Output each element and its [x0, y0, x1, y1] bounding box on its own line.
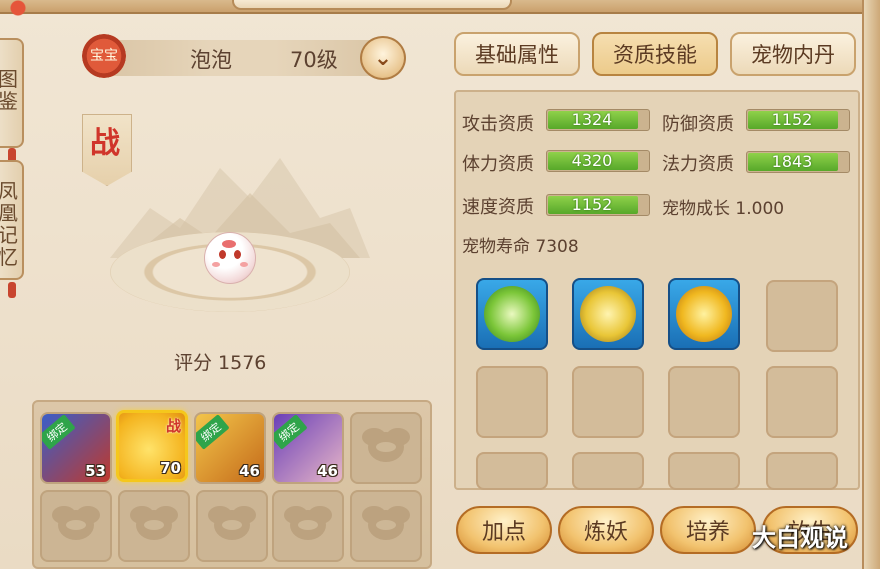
baby-badge: 宝宝 [82, 34, 126, 78]
attr-label-defense: 防御资质 [662, 114, 734, 135]
pet-slot-level: 53 [85, 462, 106, 480]
pet-cheek [240, 262, 248, 267]
watermark: 大白观说 [752, 524, 848, 552]
attr-bar-speed: 1152 [546, 194, 650, 216]
golden-guardian-skill-icon[interactable] [668, 278, 740, 350]
pet-window: 图鉴 凤凰记忆 宝宝 泡泡 70级 ⌄ 战 评分 1576 绑定 53 战 70… [0, 0, 880, 569]
attr-bar-mana: 1843 [746, 151, 850, 173]
add-points-button[interactable]: 加点 [456, 506, 552, 554]
right-frame [862, 0, 880, 569]
pet-slot-golden-dragon[interactable]: 绑定 46 [194, 412, 266, 484]
tab-aptitude-skills[interactable]: 资质技能 [592, 32, 718, 76]
battle-tag: 战 [165, 417, 181, 435]
empty-pet-slot[interactable] [118, 490, 190, 562]
empty-skill-slot[interactable] [572, 366, 644, 438]
attr-bar-stamina: 4320 [546, 150, 650, 172]
chevron-down-icon: ⌄ [373, 45, 393, 71]
attr-bar-defense: 1152 [746, 109, 850, 131]
empty-skill-slot[interactable] [766, 452, 838, 490]
empty-skill-slot[interactable] [766, 366, 838, 438]
pet-slot-level: 70 [160, 459, 181, 477]
tab-pet-inner-core[interactable]: 宠物内丹 [730, 32, 856, 76]
bound-tag: 绑定 [42, 414, 76, 450]
pet-slot-level: 46 [239, 462, 260, 480]
empty-pet-slot[interactable] [196, 490, 268, 562]
attr-value-attack: 1324 [571, 110, 613, 129]
attr-bar-attack: 1324 [546, 109, 650, 131]
pet-slot-red-demon[interactable]: 绑定 53 [40, 412, 112, 484]
bound-tag: 绑定 [196, 414, 230, 450]
pet-slot-level: 46 [317, 462, 338, 480]
pet-eye [219, 250, 226, 259]
tab-basic-attributes[interactable]: 基础属性 [454, 32, 580, 76]
pet-slot-paopao[interactable]: 战 70 [116, 410, 188, 482]
attr-label-stamina: 体力资质 [462, 154, 534, 175]
pet-level: 70级 [290, 48, 338, 72]
empty-pet-slot[interactable] [350, 490, 422, 562]
pet-lifespan: 宠物寿命 7308 [462, 237, 579, 257]
pet-tuft [222, 240, 236, 248]
pet-growth: 宠物成长 1.000 [662, 199, 785, 219]
pet-select-dropdown-button[interactable]: ⌄ [360, 36, 406, 80]
empty-pet-slot[interactable] [40, 490, 112, 562]
golden-sword-skill-icon[interactable] [572, 278, 644, 350]
attr-value-defense: 1152 [771, 110, 813, 129]
attr-value-stamina: 4320 [571, 151, 613, 170]
attr-value-speed: 1152 [571, 195, 613, 214]
empty-skill-slot[interactable] [476, 452, 548, 490]
cultivate-button[interactable]: 培养 [660, 506, 756, 554]
attr-label-speed: 速度资质 [462, 197, 534, 218]
wind-blade-skill-icon[interactable] [476, 278, 548, 350]
tassel-knot-icon [8, 282, 16, 298]
attr-label-mana: 法力资质 [662, 154, 734, 175]
attr-label-attack: 攻击资质 [462, 114, 534, 135]
refine-button[interactable]: 炼妖 [558, 506, 654, 554]
pet-score: 评分 1576 [174, 352, 267, 374]
empty-pet-slot[interactable] [350, 412, 422, 484]
corner-ornament [0, 0, 40, 20]
empty-skill-slot[interactable] [572, 452, 644, 490]
empty-skill-slot[interactable] [766, 280, 838, 352]
pet-name-bar [88, 40, 400, 76]
attr-value-mana: 1843 [771, 152, 813, 171]
skill-art [580, 286, 636, 342]
bound-tag: 绑定 [274, 414, 308, 450]
empty-pet-slot[interactable] [272, 490, 344, 562]
skill-art [484, 286, 540, 342]
empty-skill-slot[interactable] [668, 366, 740, 438]
pet-eye [234, 250, 241, 259]
side-tab-fenghuang[interactable]: 凤凰记忆 [0, 160, 24, 280]
pet-cheek [212, 262, 220, 267]
empty-skill-slot[interactable] [668, 452, 740, 490]
side-tab-tujian[interactable]: 图鉴 [0, 38, 24, 148]
pet-slot-purple-girl[interactable]: 绑定 46 [272, 412, 344, 484]
skill-art [676, 286, 732, 342]
top-title-plaque [232, 0, 512, 10]
empty-skill-slot[interactable] [476, 366, 548, 438]
pet-name: 泡泡 [190, 48, 232, 72]
